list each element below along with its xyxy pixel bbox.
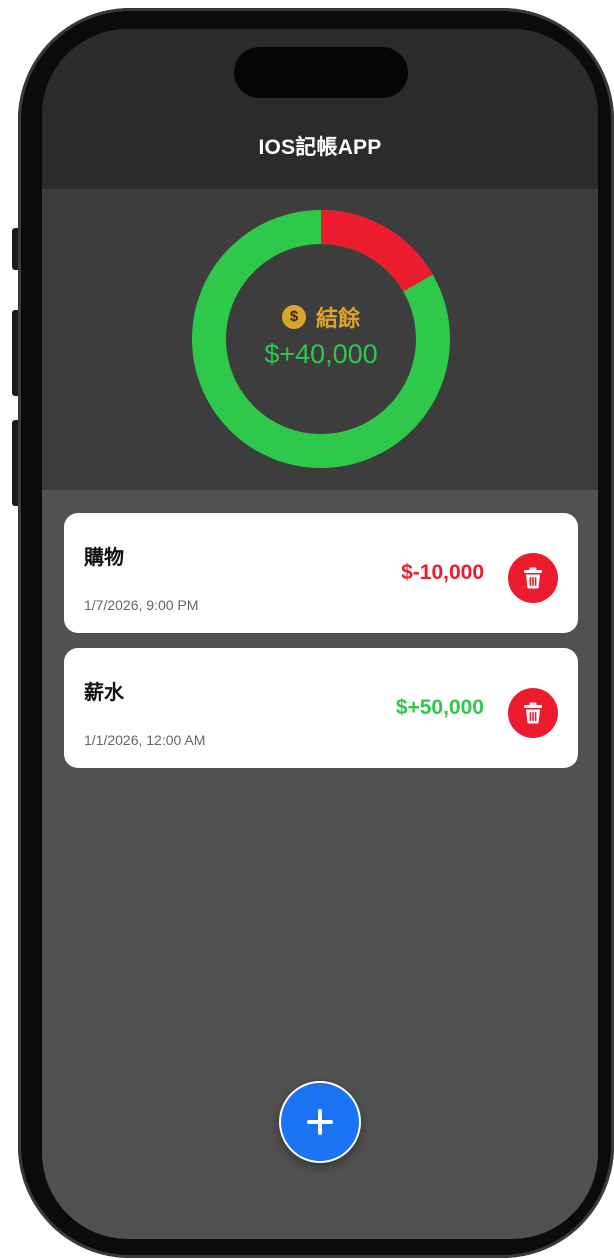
transaction-amount: $-10,000 (401, 561, 484, 584)
app-title: IOS記帳APP (258, 136, 382, 159)
transaction-list: 購物 1/7/2026, 9:00 PM $-10,000 薪水 1/1/202… (64, 513, 578, 783)
add-transaction-button[interactable] (279, 1081, 361, 1163)
delete-button[interactable] (508, 553, 558, 603)
transaction-card[interactable]: 薪水 1/1/2026, 12:00 AM $+50,000 (64, 648, 578, 768)
transaction-card[interactable]: 購物 1/7/2026, 9:00 PM $-10,000 (64, 513, 578, 633)
balance-label-row: $ 結餘 (281, 301, 360, 333)
delete-button[interactable] (508, 688, 558, 738)
dollar-coin-icon: $ (281, 304, 306, 329)
transaction-date: 1/7/2026, 9:00 PM (84, 597, 199, 613)
balance-summary: $ 結餘 $+40,000 (192, 210, 450, 468)
balance-chart-panel: $ 結餘 $+40,000 (42, 189, 598, 490)
transaction-amount: $+50,000 (395, 696, 484, 719)
trash-icon (524, 567, 542, 589)
transaction-title: 薪水 (84, 682, 124, 704)
plus-icon (307, 1109, 333, 1135)
transaction-date: 1/1/2026, 12:00 AM (84, 732, 206, 748)
balance-amount: $+40,000 (264, 338, 378, 369)
device-stage: IOS記帳APP $ 結餘 $+40,000 購物 1/7/2026, 9:00… (0, 0, 614, 1259)
trash-icon (524, 702, 542, 724)
transaction-title: 購物 (84, 547, 124, 569)
balance-label: 結餘 (315, 305, 360, 331)
dynamic-island (234, 47, 408, 98)
app-screen: IOS記帳APP $ 結餘 $+40,000 購物 1/7/2026, 9:00… (42, 29, 598, 1239)
